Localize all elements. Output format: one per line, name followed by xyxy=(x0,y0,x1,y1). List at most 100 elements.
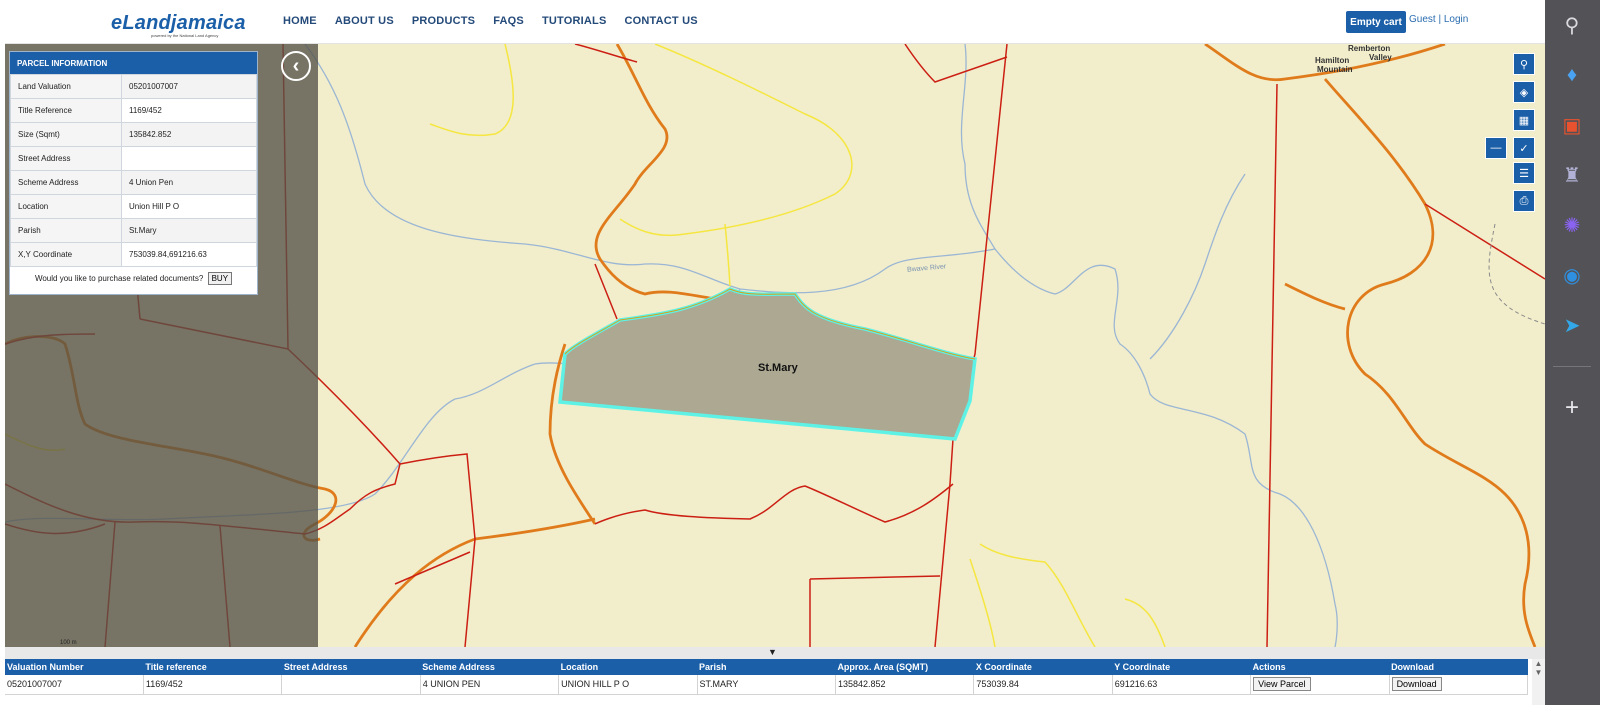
parcel-row: Location Union Hill P O xyxy=(10,194,257,219)
nav-contact-us[interactable]: CONTACT US xyxy=(624,15,697,27)
parcel-info-panel: PARCEL INFORMATION Land Valuation 0520100… xyxy=(9,51,258,295)
scroll-up-icon[interactable]: ▲ xyxy=(1532,659,1545,668)
buy-button[interactable]: BUY xyxy=(207,272,233,285)
col-scheme-address: Scheme Address xyxy=(420,659,559,675)
login-link[interactable]: Login xyxy=(1444,14,1468,25)
nav-home[interactable]: HOME xyxy=(283,15,317,27)
scroll-down-icon[interactable]: ▼ xyxy=(1532,668,1545,677)
parcel-row: Street Address xyxy=(10,146,257,171)
cell-actions: View Parcel xyxy=(1250,675,1390,695)
print-icon: ⎙ xyxy=(1519,194,1529,207)
col-title-reference: Title reference xyxy=(143,659,282,675)
map-grid-button[interactable]: ▦ xyxy=(1513,109,1535,131)
nav-about-us[interactable]: ABOUT US xyxy=(335,15,394,27)
purchase-prompt: Would you like to purchase related docum… xyxy=(34,274,204,283)
nav-tutorials[interactable]: TUTORIALS xyxy=(542,15,607,27)
logo-text: eLandjamaica xyxy=(111,12,246,34)
cell-parish: ST.MARY xyxy=(697,675,836,695)
parcel-row-label: Size (Sqmt) xyxy=(10,122,122,147)
list-icon: ☰ xyxy=(1519,167,1529,180)
col-y-coordinate: Y Coordinate xyxy=(1112,659,1251,675)
cell-location: UNION HILL P O xyxy=(558,675,698,695)
nav-products[interactable]: PRODUCTS xyxy=(412,15,475,27)
guest-label: Guest xyxy=(1409,14,1436,25)
map-search-button[interactable]: ⚲ xyxy=(1513,53,1535,75)
layers-icon: ◈ xyxy=(1519,86,1529,99)
chess-icon[interactable]: ♜ xyxy=(1557,160,1587,190)
table-row[interactable]: 05201007007 1169/452 4 UNION PEN UNION H… xyxy=(5,675,1529,695)
sidebar-divider xyxy=(1553,366,1591,367)
download-button[interactable]: Download xyxy=(1391,677,1442,692)
minus-icon: — xyxy=(1490,142,1502,154)
outlook-icon[interactable]: ◉ xyxy=(1557,260,1587,290)
site-header: eLandjamaica powered by the National Lan… xyxy=(5,0,1545,44)
purchase-prompt-row: Would you like to purchase related docum… xyxy=(10,267,257,285)
parcel-row-value: St.Mary xyxy=(121,218,257,243)
col-street-address: Street Address xyxy=(281,659,421,675)
parcel-row: Size (Sqmt) 135842.852 xyxy=(10,122,257,147)
col-x-coordinate: X Coordinate xyxy=(973,659,1113,675)
parcel-row: X,Y Coordinate 753039.84,691216.63 xyxy=(10,242,257,267)
grid-icon: ▦ xyxy=(1518,114,1530,127)
parcel-map-label: St.Mary xyxy=(758,362,798,374)
add-icon[interactable]: + xyxy=(1557,393,1587,423)
briefcase-icon[interactable]: ▣ xyxy=(1557,110,1587,140)
parcel-row-label: Location xyxy=(10,194,122,219)
auth-links: Guest | Login xyxy=(1409,14,1468,25)
parcel-row-value: 1169/452 xyxy=(121,98,257,123)
map-list-button[interactable]: ☰ xyxy=(1513,162,1535,184)
nav-faqs[interactable]: FAQS xyxy=(493,15,524,27)
place-label-line-1: Remberton xyxy=(1348,44,1391,53)
parcel-row-label: Street Address xyxy=(10,146,122,171)
parcel-row-value: 753039.84,691216.63 xyxy=(121,242,257,267)
parcel-row-label: Parish xyxy=(10,218,122,243)
map-print-button[interactable]: ⎙ xyxy=(1513,190,1535,212)
cell-y: 691216.63 xyxy=(1112,675,1252,695)
col-valuation-number: Valuation Number xyxy=(5,659,144,675)
results-toggle-bar: ▼ xyxy=(5,647,1545,659)
map-zoom-out-button[interactable]: — xyxy=(1485,137,1507,159)
browser-sidebar: ⚲ ♦ ▣ ♜ ✺ ◉ ➤ + xyxy=(1545,0,1600,705)
site-logo[interactable]: eLandjamaica powered by the National Lan… xyxy=(111,12,246,38)
map-scale-label: 100 m xyxy=(60,640,77,646)
app-window: eLandjamaica powered by the National Lan… xyxy=(0,0,1600,705)
parcel-row: Scheme Address 4 Union Pen xyxy=(10,170,257,195)
copilot-icon[interactable]: ✺ xyxy=(1557,210,1587,240)
results-toggle-button[interactable]: ▼ xyxy=(768,647,777,657)
col-download: Download xyxy=(1389,659,1528,675)
empty-cart-button[interactable]: Empty cart xyxy=(1346,11,1406,33)
col-location: Location xyxy=(558,659,698,675)
cell-scheme: 4 UNION PEN xyxy=(420,675,560,695)
parcel-row-label: Land Valuation xyxy=(10,74,122,99)
results-scrollbar[interactable]: ▲ ▼ xyxy=(1532,659,1545,705)
parcel-row-value: Union Hill P O xyxy=(121,194,257,219)
place-map-label: Remberton Valley Hamilton Mountain xyxy=(1315,44,1392,74)
col-actions: Actions xyxy=(1250,659,1390,675)
parcel-row-value xyxy=(121,146,257,171)
parcel-row: Title Reference 1169/452 xyxy=(10,98,257,123)
cell-valuation: 05201007007 xyxy=(5,675,144,695)
cell-download: Download xyxy=(1389,675,1529,695)
view-parcel-button[interactable]: View Parcel xyxy=(1253,677,1311,692)
results-panel: Valuation Number Title reference Street … xyxy=(5,659,1545,705)
parcel-info-table: Land Valuation 05201007007 Title Referenc… xyxy=(10,74,257,267)
parcel-row-label: Title Reference xyxy=(10,98,122,123)
results-table: Valuation Number Title reference Street … xyxy=(5,659,1529,695)
send-icon[interactable]: ➤ xyxy=(1557,310,1587,340)
parcel-row-label: Scheme Address xyxy=(10,170,122,195)
cell-x: 753039.84 xyxy=(973,675,1113,695)
parcel-row: Parish St.Mary xyxy=(10,218,257,243)
search-icon[interactable]: ⚲ xyxy=(1557,10,1587,40)
place-label-line-4: Mountain xyxy=(1317,65,1353,74)
parcel-panel-title: PARCEL INFORMATION xyxy=(10,52,257,74)
cell-title: 1169/452 xyxy=(143,675,283,695)
parcel-row-value: 135842.852 xyxy=(121,122,257,147)
results-header-row: Valuation Number Title reference Street … xyxy=(5,659,1528,675)
parcel-row-value: 05201007007 xyxy=(121,74,257,99)
parcel-row: Land Valuation 05201007007 xyxy=(10,74,257,99)
map-measure-button[interactable]: ✓ xyxy=(1513,137,1535,159)
map-layers-button[interactable]: ◈ xyxy=(1513,81,1535,103)
measure-icon: ✓ xyxy=(1519,142,1529,155)
collapse-panel-button[interactable]: ‹ xyxy=(281,51,311,81)
tag-icon[interactable]: ♦ xyxy=(1557,60,1587,90)
